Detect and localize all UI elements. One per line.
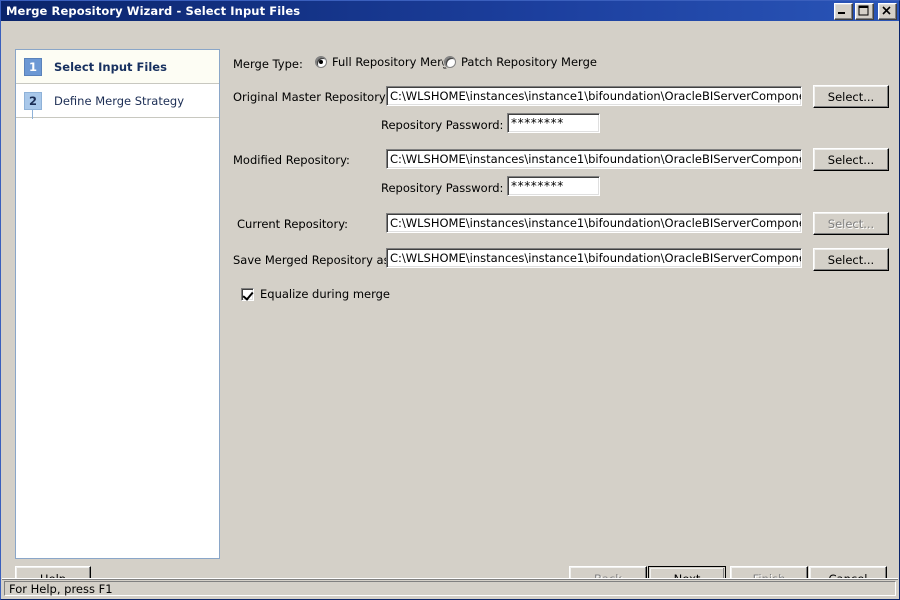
modified-repository-label: Modified Repository: [233, 153, 350, 167]
original-master-password-input[interactable]: ******** [507, 113, 600, 133]
radio-full-repository-merge[interactable]: Full Repository Merge [315, 55, 456, 69]
current-repository-label: Current Repository: [237, 217, 349, 231]
modified-repository-password-input[interactable]: ******** [507, 176, 600, 196]
wizard-steps-panel: 1 Select Input Files 2 Define Merge Stra… [15, 49, 220, 559]
original-master-password-label: Repository Password: [381, 118, 504, 132]
status-bar-text: For Help, press F1 [4, 581, 896, 596]
save-merged-label: Save Merged Repository as: [233, 253, 394, 267]
original-master-path-input[interactable]: C:\WLSHOME\instances\instance1\bifoundat… [386, 86, 802, 106]
equalize-checkbox-indicator [241, 287, 254, 301]
current-repository-select-button: Select... [813, 212, 889, 235]
save-merged-path-input[interactable]: C:\WLSHOME\instances\instance1\bifoundat… [386, 248, 802, 268]
modified-repository-password-label: Repository Password: [381, 181, 504, 195]
minimize-icon[interactable] [834, 2, 853, 20]
modified-repository-path-input[interactable]: C:\WLSHOME\instances\instance1\bifoundat… [386, 149, 802, 169]
step-1-badge: 1 [24, 57, 42, 76]
sidebar-item-define-merge-strategy[interactable]: 2 Define Merge Strategy [16, 84, 219, 118]
step-2-label: Define Merge Strategy [54, 93, 185, 108]
window-title: Merge Repository Wizard - Select Input F… [6, 4, 301, 18]
step-1-label: Select Input Files [54, 59, 167, 74]
radio-full-label: Full Repository Merge [332, 55, 457, 69]
close-icon[interactable] [878, 2, 897, 20]
equalize-checkbox-label: Equalize during merge [260, 287, 390, 301]
original-master-label: Original Master Repository: [233, 90, 389, 104]
sidebar-item-select-input-files[interactable]: 1 Select Input Files [16, 50, 219, 84]
status-bar: For Help, press F1 [2, 578, 898, 598]
title-bar: Merge Repository Wizard - Select Input F… [1, 1, 899, 21]
equalize-during-merge-checkbox[interactable]: Equalize during merge [241, 287, 390, 301]
radio-patch-repository-merge[interactable]: Patch Repository Merge [444, 55, 597, 69]
save-merged-select-button[interactable]: Select... [813, 248, 889, 271]
modified-repository-select-button[interactable]: Select... [813, 148, 889, 171]
step-2-badge: 2 [24, 91, 42, 110]
original-master-select-button[interactable]: Select... [813, 85, 889, 108]
radio-patch-indicator [444, 56, 456, 68]
wizard-window: Merge Repository Wizard - Select Input F… [0, 0, 900, 600]
current-repository-path-input[interactable]: C:\WLSHOME\instances\instance1\bifoundat… [386, 213, 802, 233]
merge-type-label: Merge Type: [233, 57, 303, 71]
form-pane: Merge Type: Full Repository Merge Patch … [233, 49, 889, 559]
maximize-icon[interactable] [855, 2, 874, 20]
radio-full-indicator [315, 56, 327, 68]
client-area: 1 Select Input Files 2 Define Merge Stra… [1, 21, 899, 599]
radio-patch-label: Patch Repository Merge [461, 55, 597, 69]
